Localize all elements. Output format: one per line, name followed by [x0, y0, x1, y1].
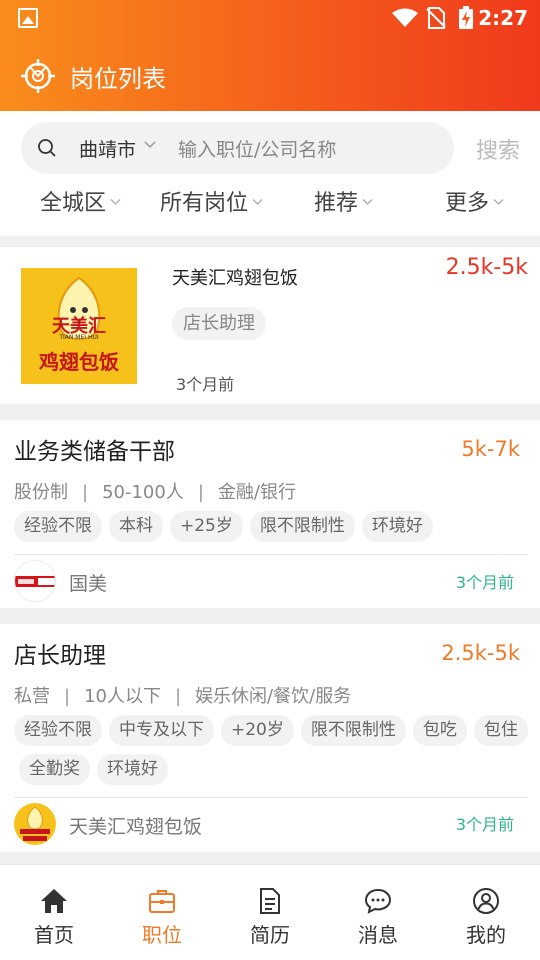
- chevron-down-icon: [144, 141, 156, 149]
- gallery-notification-icon: [18, 8, 38, 28]
- company-size: 50-100人: [102, 482, 184, 503]
- nav-label: 我的: [466, 923, 506, 947]
- filter-label: 所有岗位: [160, 191, 249, 216]
- city-selector[interactable]: 曲靖市: [79, 135, 136, 162]
- tag: 中专及以下: [109, 715, 214, 746]
- filter-bar: 全城区 所有岗位 推荐 更多: [0, 185, 540, 231]
- filter-label: 全城区: [40, 191, 107, 216]
- divider: [14, 797, 528, 798]
- filter-label: 推荐: [314, 191, 359, 216]
- tag: 限不限制性: [249, 511, 355, 542]
- salary: 2.5k-5k: [441, 641, 520, 665]
- nav-resume[interactable]: 简历: [216, 865, 324, 960]
- tag: 环境好: [361, 511, 433, 542]
- post-time: 3个月前: [455, 815, 514, 834]
- chat-icon: [364, 888, 392, 914]
- search-input[interactable]: 曲靖市 输入职位/公司名称: [21, 122, 454, 174]
- company-size: 10人以下: [84, 686, 161, 707]
- filter-more[interactable]: 更多: [445, 185, 504, 217]
- job-title: 业务类储备干部: [14, 439, 175, 465]
- divider: [14, 554, 528, 555]
- chevron-down-icon: [493, 199, 504, 205]
- chevron-down-icon: [252, 199, 263, 205]
- status-bar: 2:27: [0, 0, 540, 36]
- no-sim-icon: [426, 7, 446, 29]
- filter-position[interactable]: 所有岗位: [160, 185, 263, 217]
- company-name: 国美: [69, 573, 108, 595]
- app-header: 2:27 岗位列表: [0, 0, 540, 111]
- company-type: 股份制: [14, 482, 68, 503]
- battery-charging-icon: [459, 6, 473, 29]
- tag: +25岁: [170, 511, 243, 542]
- wifi-icon: [392, 8, 418, 27]
- tag: 经验不限: [14, 511, 102, 542]
- post-time: 3个月前: [455, 573, 514, 592]
- company-type: 私营: [14, 686, 50, 707]
- chevron-down-icon: [110, 199, 121, 205]
- tag: 环境好: [97, 754, 168, 785]
- position-tag: 店长助理: [172, 307, 266, 340]
- page-title: 岗位列表: [70, 64, 166, 93]
- compass-logo-icon: [21, 59, 55, 93]
- job-title: 店长助理: [14, 643, 106, 669]
- filter-label: 更多: [445, 191, 490, 216]
- job-card[interactable]: 店长助理 2.5k-5k 私营 | 10人以下 | 娱乐休闲/餐饮/服务 经验不限 中专…: [0, 624, 540, 852]
- industry: 娱乐休闲/餐饮/服务: [195, 686, 352, 707]
- gome-logo-icon: [15, 576, 55, 587]
- company-meta: 私营 | 10人以下 | 娱乐休闲/餐饮/服务: [14, 686, 352, 707]
- tag: 经验不限: [14, 715, 102, 746]
- company-logo: 天美汇 TIAN MEI HUI 鸡翅包饭: [21, 268, 137, 384]
- nav-label: 简历: [250, 923, 290, 947]
- title-row: 岗位列表: [20, 56, 166, 96]
- chevron-down-icon: [362, 199, 373, 205]
- nav-jobs[interactable]: 职位: [108, 865, 216, 960]
- salary: 2.5k-5k: [445, 255, 528, 280]
- briefcase-icon: [149, 890, 175, 913]
- tag: 全勤奖: [19, 754, 90, 785]
- nav-messages[interactable]: 消息: [324, 865, 432, 960]
- company-logo: [14, 803, 56, 845]
- bottom-navigation: 首页 职位 简历 消息 我的: [0, 864, 540, 960]
- job-card[interactable]: 业务类储备干部 5k-7k 股份制 | 50-100人 | 金融/银行 经验不限 本科 …: [0, 420, 540, 608]
- clock: 2:27: [478, 6, 528, 30]
- company-name: 天美汇鸡翅包饭: [69, 816, 203, 838]
- tag: 包吃: [412, 715, 467, 746]
- tag: 限不限制性: [300, 715, 406, 746]
- tag: +20岁: [221, 715, 294, 746]
- nav-profile[interactable]: 我的: [432, 865, 540, 960]
- post-time: 3个月前: [176, 375, 235, 394]
- company-meta: 股份制 | 50-100人 | 金融/银行: [14, 482, 296, 503]
- industry: 金融/银行: [217, 482, 296, 503]
- nav-label: 消息: [358, 923, 398, 947]
- tag-list: 经验不限 中专及以下 +20岁 限不限制性 包吃 包住 全勤奖 环境好: [14, 715, 528, 785]
- nav-home[interactable]: 首页: [0, 865, 108, 960]
- document-icon: [260, 888, 280, 914]
- nav-label: 首页: [34, 923, 74, 947]
- filter-district[interactable]: 全城区: [40, 185, 121, 217]
- featured-job-card[interactable]: 天美汇 TIAN MEI HUI 鸡翅包饭 天美汇鸡翅包饭 2.5k-5k 店长…: [0, 247, 540, 404]
- tag: 包住: [473, 715, 528, 746]
- tag: 本科: [109, 511, 163, 542]
- company-name: 天美汇鸡翅包饭: [172, 268, 298, 289]
- company-logo: [14, 560, 56, 602]
- home-icon: [41, 889, 67, 913]
- logo-subtext: TIAN MEI HUI: [59, 334, 99, 341]
- salary: 5k-7k: [461, 437, 520, 461]
- search-panel: 曲靖市 输入职位/公司名称 搜索 全城区 所有岗位 推荐 更多: [0, 111, 540, 236]
- search-icon: [38, 139, 56, 157]
- search-placeholder: 输入职位/公司名称: [178, 139, 337, 161]
- tag-list: 经验不限 本科 +25岁 限不限制性 环境好: [14, 511, 530, 542]
- nav-label: 职位: [142, 923, 182, 947]
- profile-icon: [473, 888, 499, 914]
- logo-tagline: 鸡翅包饭: [39, 350, 119, 374]
- filter-recommend[interactable]: 推荐: [314, 185, 373, 217]
- chick-mascot-icon: [20, 806, 50, 841]
- search-button[interactable]: 搜索: [476, 133, 520, 165]
